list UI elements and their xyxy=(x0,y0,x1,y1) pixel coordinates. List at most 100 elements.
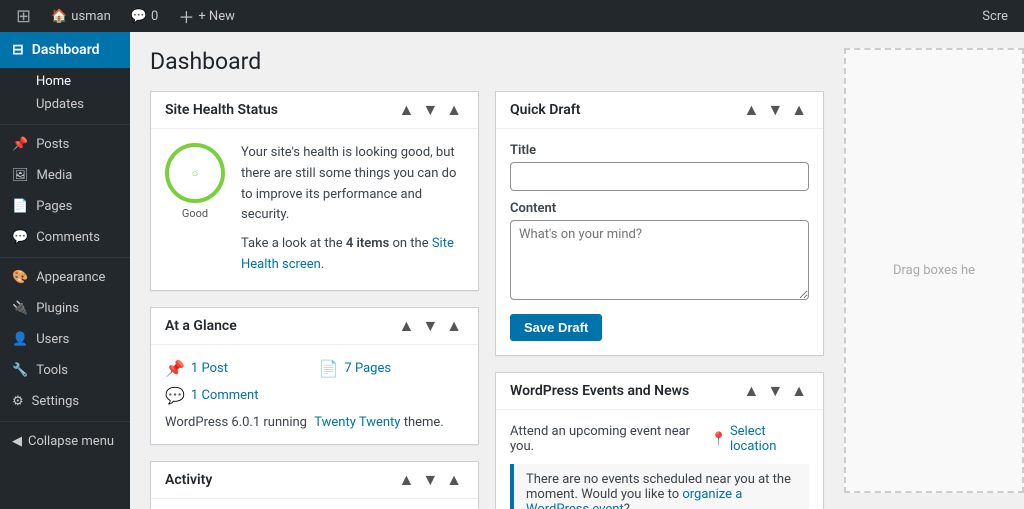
page-icon: 📄 xyxy=(319,359,339,378)
plugins-icon: 🔌 xyxy=(12,301,28,316)
content-textarea[interactable] xyxy=(510,220,809,300)
search-button[interactable]: Scre xyxy=(974,9,1016,24)
at-a-glance-body: 📌 1 Post 📄 7 Pages 💬 1 Comment xyxy=(151,345,478,444)
posts-link[interactable]: 1 Post xyxy=(191,361,228,376)
collapse-up-icon[interactable]: ▲ xyxy=(741,102,761,118)
collapse-icon: ◀ xyxy=(12,434,22,449)
wp-events-widget: WordPress Events and News ▲ ▼ ▲ Attend a… xyxy=(495,372,824,509)
post-icon: 📌 xyxy=(165,359,185,378)
collapse-down-icon[interactable]: ▼ xyxy=(765,383,785,399)
content-label: Content xyxy=(510,201,809,216)
health-cta: Take a look at the 4 items on the Site H… xyxy=(241,234,464,276)
new-content-button[interactable]: ＋ + New xyxy=(170,0,243,32)
page-title: Dashboard xyxy=(150,48,824,75)
main-content: Dashboard Site Health Status ▲ ▼ ▲ xyxy=(130,32,844,509)
comment-icon: 💬 xyxy=(131,9,147,24)
site-health-body: ○ Good Your site's health is looking goo… xyxy=(151,129,478,290)
collapse-down-icon[interactable]: ▼ xyxy=(765,102,785,118)
site-health-controls: ▲ ▼ ▲ xyxy=(396,102,464,118)
sidebar-item-appearance[interactable]: 🎨 Appearance xyxy=(0,262,130,293)
glance-comments: 💬 1 Comment xyxy=(165,386,311,405)
health-content: ○ Good Your site's health is looking goo… xyxy=(165,143,464,276)
comment-icon: 💬 xyxy=(165,386,185,405)
sidebar-item-posts[interactable]: 📌 Posts xyxy=(0,129,130,160)
site-health-widget: Site Health Status ▲ ▼ ▲ ○ xyxy=(150,91,479,291)
posts-icon: 📌 xyxy=(12,137,28,152)
wp-version: WordPress 6.0.1 running Twenty Twenty th… xyxy=(165,415,464,430)
health-text: Your site's health is looking good, but … xyxy=(241,143,464,276)
at-a-glance-header: At a Glance ▲ ▼ ▲ xyxy=(151,308,478,345)
wp-logo[interactable]: ⊞ xyxy=(8,0,39,32)
quick-draft-header: Quick Draft ▲ ▼ ▲ xyxy=(496,92,823,129)
select-location-link[interactable]: 📍 Select location xyxy=(711,424,809,454)
plus-icon: ＋ xyxy=(178,4,194,28)
save-draft-button[interactable]: Save Draft xyxy=(510,314,602,341)
content-field-group: Content xyxy=(510,201,809,304)
close-icon[interactable]: ▲ xyxy=(789,102,809,118)
comments-button[interactable]: 💬 0 xyxy=(123,0,167,32)
health-status-label: Good xyxy=(182,207,208,220)
collapse-up-icon[interactable]: ▲ xyxy=(396,102,416,118)
close-icon[interactable]: ▲ xyxy=(444,472,464,488)
sidebar-item-settings[interactable]: ⚙ Settings xyxy=(0,386,130,417)
sidebar-dashboard-sub: Home Updates xyxy=(0,68,130,120)
sidebar-item-home[interactable]: Home xyxy=(36,70,130,93)
right-column: Quick Draft ▲ ▼ ▲ Title Cont xyxy=(495,91,824,509)
activity-controls: ▲ ▼ ▲ xyxy=(396,472,464,488)
sidebar-item-dashboard[interactable]: ⊟ Dashboard xyxy=(0,32,130,68)
wp-events-body: Attend an upcoming event near you. 📍 Sel… xyxy=(496,410,823,509)
at-a-glance-widget: At a Glance ▲ ▼ ▲ 📌 1 Post xyxy=(150,307,479,445)
title-field-group: Title xyxy=(510,143,809,191)
media-icon: 🖼 xyxy=(12,168,29,183)
sidebar: ⊟ Dashboard Home Updates 📌 Posts 🖼 Media… xyxy=(0,32,130,509)
sidebar-item-updates[interactable]: Updates xyxy=(36,93,130,116)
location-icon: 📍 xyxy=(711,432,727,447)
pages-link[interactable]: 7 Pages xyxy=(344,361,391,376)
comments-link[interactable]: 1 Comment xyxy=(191,388,259,403)
title-input[interactable] xyxy=(510,162,809,191)
admin-bar: ⊞ 🏠 usman 💬 0 ＋ + New Scre xyxy=(0,0,1024,32)
sidebar-item-users[interactable]: 👤 Users xyxy=(0,324,130,355)
users-icon: 👤 xyxy=(12,332,28,347)
theme-link[interactable]: Twenty Twenty xyxy=(314,415,400,430)
quick-draft-controls: ▲ ▼ ▲ xyxy=(741,102,809,118)
sidebar-item-media[interactable]: 🖼 Media xyxy=(0,160,130,191)
collapse-down-icon[interactable]: ▼ xyxy=(420,472,440,488)
sidebar-item-plugins[interactable]: 🔌 Plugins xyxy=(0,293,130,324)
collapse-menu-button[interactable]: ◀ Collapse menu xyxy=(0,426,130,457)
sidebar-item-tools[interactable]: 🔧 Tools xyxy=(0,355,130,386)
sidebar-item-comments[interactable]: 💬 Comments xyxy=(0,222,130,253)
activity-body: Recently Published Jul 15th, 7:41 am Hel… xyxy=(151,499,478,509)
quick-draft-body: Title Content Save Draft xyxy=(496,129,823,355)
quick-draft-widget: Quick Draft ▲ ▼ ▲ Title Cont xyxy=(495,91,824,356)
events-intro: Attend an upcoming event near you. 📍 Sel… xyxy=(510,424,809,454)
close-icon[interactable]: ▲ xyxy=(444,102,464,118)
sidebar-item-pages[interactable]: 📄 Pages xyxy=(0,191,130,222)
site-health-header: Site Health Status ▲ ▼ ▲ xyxy=(151,92,478,129)
site-name[interactable]: 🏠 usman xyxy=(43,0,119,32)
collapse-up-icon[interactable]: ▲ xyxy=(741,383,761,399)
dashboard-icon: ⊟ xyxy=(12,42,24,58)
health-circle: ○ xyxy=(165,143,225,203)
close-icon[interactable]: ▲ xyxy=(789,383,809,399)
title-label: Title xyxy=(510,143,809,158)
settings-icon: ⚙ xyxy=(12,394,24,409)
pages-icon: 📄 xyxy=(12,199,28,214)
comments-icon: 💬 xyxy=(12,230,28,245)
activity-header: Activity ▲ ▼ ▲ xyxy=(151,462,478,499)
drag-drop-area: Drag boxes he xyxy=(844,48,1024,493)
collapse-up-icon[interactable]: ▲ xyxy=(396,318,416,334)
close-icon[interactable]: ▲ xyxy=(444,318,464,334)
glance-items: 📌 1 Post 📄 7 Pages 💬 1 Comment xyxy=(165,359,464,405)
glance-posts: 📌 1 Post xyxy=(165,359,311,378)
tools-icon: 🔧 xyxy=(12,363,28,378)
collapse-down-icon[interactable]: ▼ xyxy=(420,102,440,118)
collapse-down-icon[interactable]: ▼ xyxy=(420,318,440,334)
health-indicator: ○ Good xyxy=(165,143,225,220)
collapse-up-icon[interactable]: ▲ xyxy=(396,472,416,488)
house-icon: 🏠 xyxy=(51,9,67,24)
health-message: Your site's health is looking good, but … xyxy=(241,143,464,226)
glance-pages: 📄 7 Pages xyxy=(319,359,465,378)
events-notice: There are no events scheduled near you a… xyxy=(510,464,809,509)
widget-grid: Site Health Status ▲ ▼ ▲ ○ xyxy=(150,91,824,509)
